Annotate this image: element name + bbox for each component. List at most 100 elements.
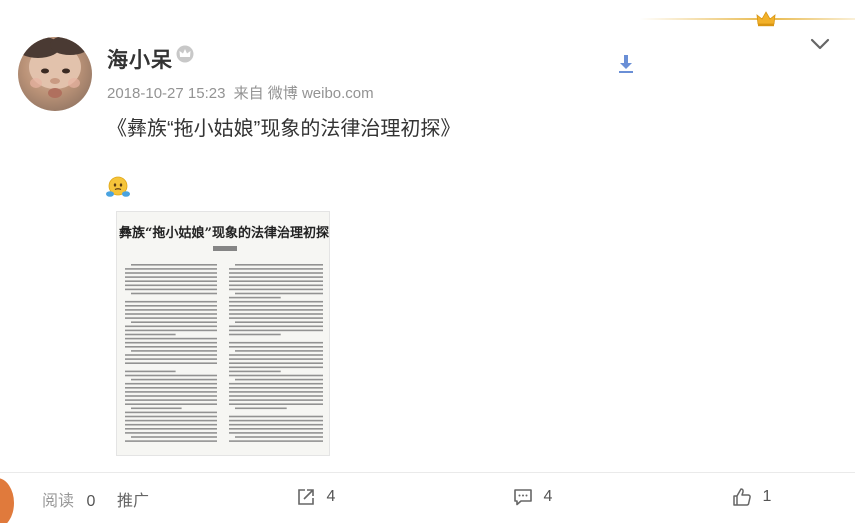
badge-icon — [175, 44, 195, 64]
scan-text-line — [125, 288, 217, 291]
scan-text-line — [229, 280, 323, 282]
scan-text-line — [229, 415, 323, 418]
scan-text-line — [229, 317, 323, 319]
scan-text-line — [229, 354, 323, 356]
scan-text-line — [229, 423, 323, 426]
read-count-value: 0 — [86, 492, 96, 510]
scan-text-line — [125, 440, 217, 442]
scan-text-line — [235, 292, 323, 295]
scan-text-line — [131, 264, 217, 266]
article-scan-title: 彝族“拖小姑娘”现象的法律治理初探 — [119, 225, 329, 241]
scan-text-line — [229, 374, 323, 377]
scan-text-line — [125, 325, 217, 328]
scan-text-line — [229, 276, 323, 278]
scan-text-line — [125, 300, 217, 303]
scan-text-line — [229, 358, 323, 360]
scan-text-line — [229, 419, 323, 422]
scan-text-line — [235, 407, 287, 410]
scan-text-line — [125, 272, 217, 274]
scan-text-line — [125, 317, 217, 319]
scan-text-line — [229, 300, 323, 303]
scan-text-line — [125, 305, 217, 307]
scan-text-line — [125, 337, 217, 340]
scan-text-line — [235, 378, 323, 381]
scan-text-line — [229, 284, 323, 287]
scan-text-line — [125, 313, 217, 315]
scan-text-line — [125, 423, 217, 426]
scan-text-line — [125, 395, 217, 397]
scan-text-line — [125, 346, 217, 348]
footer-divider — [0, 472, 855, 473]
scan-text-line — [125, 428, 217, 430]
scan-text-line — [125, 411, 217, 414]
scan-text-line — [229, 428, 323, 430]
scan-text-line — [125, 284, 217, 287]
like-count: 1 — [762, 488, 772, 505]
post-timestamp[interactable]: 2018-10-27 15:23 — [107, 85, 225, 102]
scan-text-line — [229, 387, 323, 389]
download-icon[interactable] — [617, 54, 635, 74]
scan-text-line — [229, 313, 323, 315]
article-scan-image[interactable]: 彝族“拖小姑娘”现象的法律治理初探 — [116, 211, 330, 456]
scan-text-line — [125, 370, 176, 373]
scan-text-line — [131, 436, 217, 438]
scan-text-line — [229, 305, 323, 307]
scan-text-line — [131, 321, 217, 323]
scan-text-line — [125, 280, 217, 282]
share-button[interactable]: 4 — [296, 487, 335, 507]
scan-text-line — [131, 407, 182, 410]
scan-text-line — [229, 333, 281, 336]
crown-icon — [756, 11, 776, 27]
scan-text-line — [229, 346, 323, 348]
avatar[interactable] — [18, 37, 92, 111]
read-count: 阅读 0 — [42, 487, 95, 511]
share-count: 4 — [326, 488, 336, 505]
scan-text-line — [229, 288, 323, 291]
scan-text-line — [229, 341, 323, 344]
post-text: 《彝族“拖小姑娘”现象的法律治理初探》 — [107, 118, 461, 140]
member-decoration-line — [640, 18, 855, 20]
scan-text-line — [229, 329, 323, 332]
scan-text-line — [229, 440, 323, 442]
comment-count: 4 — [543, 488, 553, 505]
scan-text-line — [229, 268, 323, 270]
scan-text-line — [229, 399, 323, 401]
scan-text-line — [125, 276, 217, 278]
scan-text-line — [125, 354, 217, 356]
username[interactable]: 海小呆 — [107, 44, 173, 74]
scan-text-line — [125, 382, 217, 385]
scan-text-line — [229, 272, 323, 274]
promote-button[interactable]: 推广 — [117, 487, 149, 511]
scan-text-line — [235, 321, 323, 323]
scan-text-line — [125, 268, 217, 270]
scan-text-line — [229, 395, 323, 397]
scan-text-line — [229, 370, 281, 373]
like-icon — [732, 487, 752, 507]
scan-text-line — [229, 325, 323, 328]
comment-button[interactable]: 4 — [513, 487, 552, 507]
scan-text-line — [125, 399, 217, 401]
read-label: 阅读 — [42, 493, 75, 510]
scan-text-line — [235, 350, 323, 352]
scan-text-line — [229, 382, 323, 385]
scan-text-line — [125, 374, 217, 377]
emoji-icon — [106, 174, 130, 200]
share-icon — [296, 487, 316, 507]
scan-text-line — [229, 296, 281, 299]
scan-text-line — [125, 415, 217, 418]
scan-text-line — [229, 432, 323, 434]
chevron-down-icon[interactable] — [808, 34, 832, 54]
scan-text-line — [229, 391, 323, 393]
scan-text-line — [125, 362, 217, 364]
scan-text-line — [131, 292, 217, 295]
scan-text-line — [125, 333, 176, 336]
scan-text-line — [229, 403, 323, 405]
scan-text-line — [235, 436, 323, 438]
post-source: 来自 微博 weibo.com — [233, 85, 374, 102]
like-button[interactable]: 1 — [732, 487, 771, 507]
scan-text-line — [229, 362, 323, 364]
scan-text-line — [125, 391, 217, 393]
scan-text-line — [131, 378, 217, 381]
post-meta: 2018-10-27 15:23 来自 微博 weibo.com — [107, 82, 378, 103]
scan-text-line — [125, 358, 217, 360]
